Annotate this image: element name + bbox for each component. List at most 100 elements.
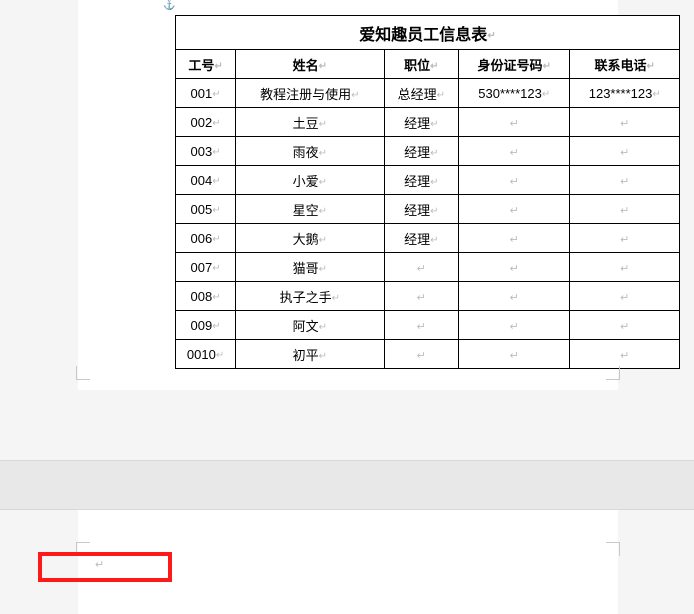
header-idcard-label: 身份证号码 [478,58,543,73]
paragraph-mark-icon: ↵ [212,321,220,332]
cell-name-value: 小爱 [293,174,319,189]
cell-idcard: ↵ [459,282,570,311]
table-row: 004↵小爱↵经理↵↵↵↵ [176,166,680,195]
cell-name-value: 土豆 [293,116,319,131]
table-row: 005↵星空↵经理↵↵↵↵ [176,195,680,224]
cell-idcard: 530****123↵ [459,79,570,108]
cell-position: 经理↵ [384,195,458,224]
paragraph-mark-icon: ↵ [417,350,426,362]
cell-phone: ↵↵ [570,137,680,166]
cell-idcard: ↵ [459,195,570,224]
header-phone-label: 联系电话 [595,58,647,73]
paragraph-mark-icon: ↵ [95,558,104,571]
paragraph-mark-icon: ↵ [510,176,519,188]
cell-name: 猫哥↵ [236,253,384,282]
paragraph-mark-icon: ↵ [319,264,327,275]
cell-id: 007↵ [176,253,236,282]
cell-name: 教程注册与使用↵ [236,79,384,108]
paragraph-mark-icon: ↵ [510,350,519,362]
cell-phone: ↵↵ [570,224,680,253]
cell-id: 004↵ [176,166,236,195]
cell-idcard: ↵ [459,340,570,369]
table-row: 003↵雨夜↵经理↵↵↵↵ [176,137,680,166]
paragraph-mark-icon: ↵ [510,147,519,159]
cell-id: 001↵ [176,79,236,108]
header-position-label: 职位 [404,58,430,73]
cell-phone-value: 123****123 [589,86,653,101]
paragraph-mark-icon: ↵ [212,118,220,129]
page-gap [0,460,694,510]
table-header-row: 工号↵ 姓名↵ 职位↵ 身份证号码 ↵ 联系电话↵ ↵ [176,50,680,79]
paragraph-mark-icon: ↵ [212,263,220,274]
cell-id-value: 007 [191,260,213,275]
table-row: 001↵教程注册与使用↵总经理↵530****123↵123****123↵↵ [176,79,680,108]
header-position: 职位↵ [384,50,458,79]
cell-phone: ↵↵ [570,311,680,340]
cell-phone: ↵↵ [570,253,680,282]
paragraph-mark-icon: ↵ [510,118,519,130]
cell-position-value: 总经理 [398,87,437,102]
paragraph-mark-icon: ↵ [319,61,327,72]
paragraph-mark-icon: ↵ [351,90,359,101]
cell-id-value: 002 [191,115,213,130]
paragraph-mark-icon: ↵ [620,176,629,188]
paragraph-mark-icon: ↵ [430,206,438,217]
cell-position: 经理↵ [384,137,458,166]
cell-position: ↵ [384,311,458,340]
paragraph-mark-icon: ↵ [542,89,550,100]
paragraph-mark-icon: ↵ [417,263,426,275]
cell-name: 雨夜↵ [236,137,384,166]
employee-table-container: 爱知趣员工信息表↵ ↵ 工号↵ 姓名↵ 职位↵ 身份证号码↵ 联系电话↵ ↵ 0… [175,15,680,369]
document-page-1: ⚓ 爱知趣员工信息表↵ ↵ 工号↵ 姓名↵ 职位↵ 身份证号码↵ 联系电话↵ ↵… [78,0,618,390]
header-name: 姓名↵ [236,50,384,79]
paragraph-mark-icon: ↵ [319,351,327,362]
cell-name: 小爱↵ [236,166,384,195]
paragraph-mark-icon: ↵ [212,292,220,303]
cell-position-value: 经理 [404,174,430,189]
paragraph-mark-icon: ↵ [620,321,629,333]
cell-id-value: 009 [191,318,213,333]
cell-name-value: 猫哥 [293,261,319,276]
header-id: 工号↵ [176,50,236,79]
paragraph-mark-icon: ↵ [652,89,660,100]
cell-position: 经理↵ [384,224,458,253]
cell-position: ↵ [384,282,458,311]
paragraph-mark-icon: ↵ [620,292,629,304]
page-margin-corner [76,366,90,380]
paragraph-mark-icon: ↵ [212,147,220,158]
paragraph-mark-icon: ↵ [430,177,438,188]
cell-name: 土豆↵ [236,108,384,137]
cell-name-value: 星空 [293,203,319,218]
cell-position: 经理↵ [384,108,458,137]
cell-id: 006↵ [176,224,236,253]
paragraph-mark-icon: ↵ [319,235,327,246]
paragraph-mark-icon: ↵ [510,292,519,304]
cell-phone: ↵↵ [570,108,680,137]
paragraph-mark-icon: ↵ [430,235,438,246]
paragraph-mark-icon: ↵ [487,30,495,41]
paragraph-mark-icon: ↵ [620,147,629,159]
paragraph-mark-icon: ↵ [319,206,327,217]
cell-id: 003↵ [176,137,236,166]
paragraph-mark-icon: ↵ [417,321,426,333]
cell-phone: ↵↵ [570,195,680,224]
cell-idcard: ↵ [459,137,570,166]
highlight-annotation [38,552,172,582]
table-row: 007↵猫哥↵↵↵↵↵ [176,253,680,282]
table-row: 002↵土豆↵经理↵↵↵↵ [176,108,680,137]
table-row: 006↵大鹅↵经理↵↵↵↵ [176,224,680,253]
paragraph-mark-icon: ↵ [430,148,438,159]
header-phone: 联系电话↵ ↵ [570,50,680,79]
paragraph-mark-icon: ↵ [620,234,629,246]
table-title-row: 爱知趣员工信息表↵ ↵ [176,16,680,50]
cell-id-value: 004 [191,173,213,188]
cell-name: 星空↵ [236,195,384,224]
paragraph-mark-icon: ↵ [417,292,426,304]
cell-position-value: 经理 [404,116,430,131]
table-row: 0010↵初平↵↵↵↵↵ [176,340,680,369]
paragraph-mark-icon: ↵ [319,322,327,333]
paragraph-mark-icon: ↵ [510,263,519,275]
cell-position-value: 经理 [404,203,430,218]
cell-id: 002↵ [176,108,236,137]
cell-name-value: 大鹅 [293,232,319,247]
